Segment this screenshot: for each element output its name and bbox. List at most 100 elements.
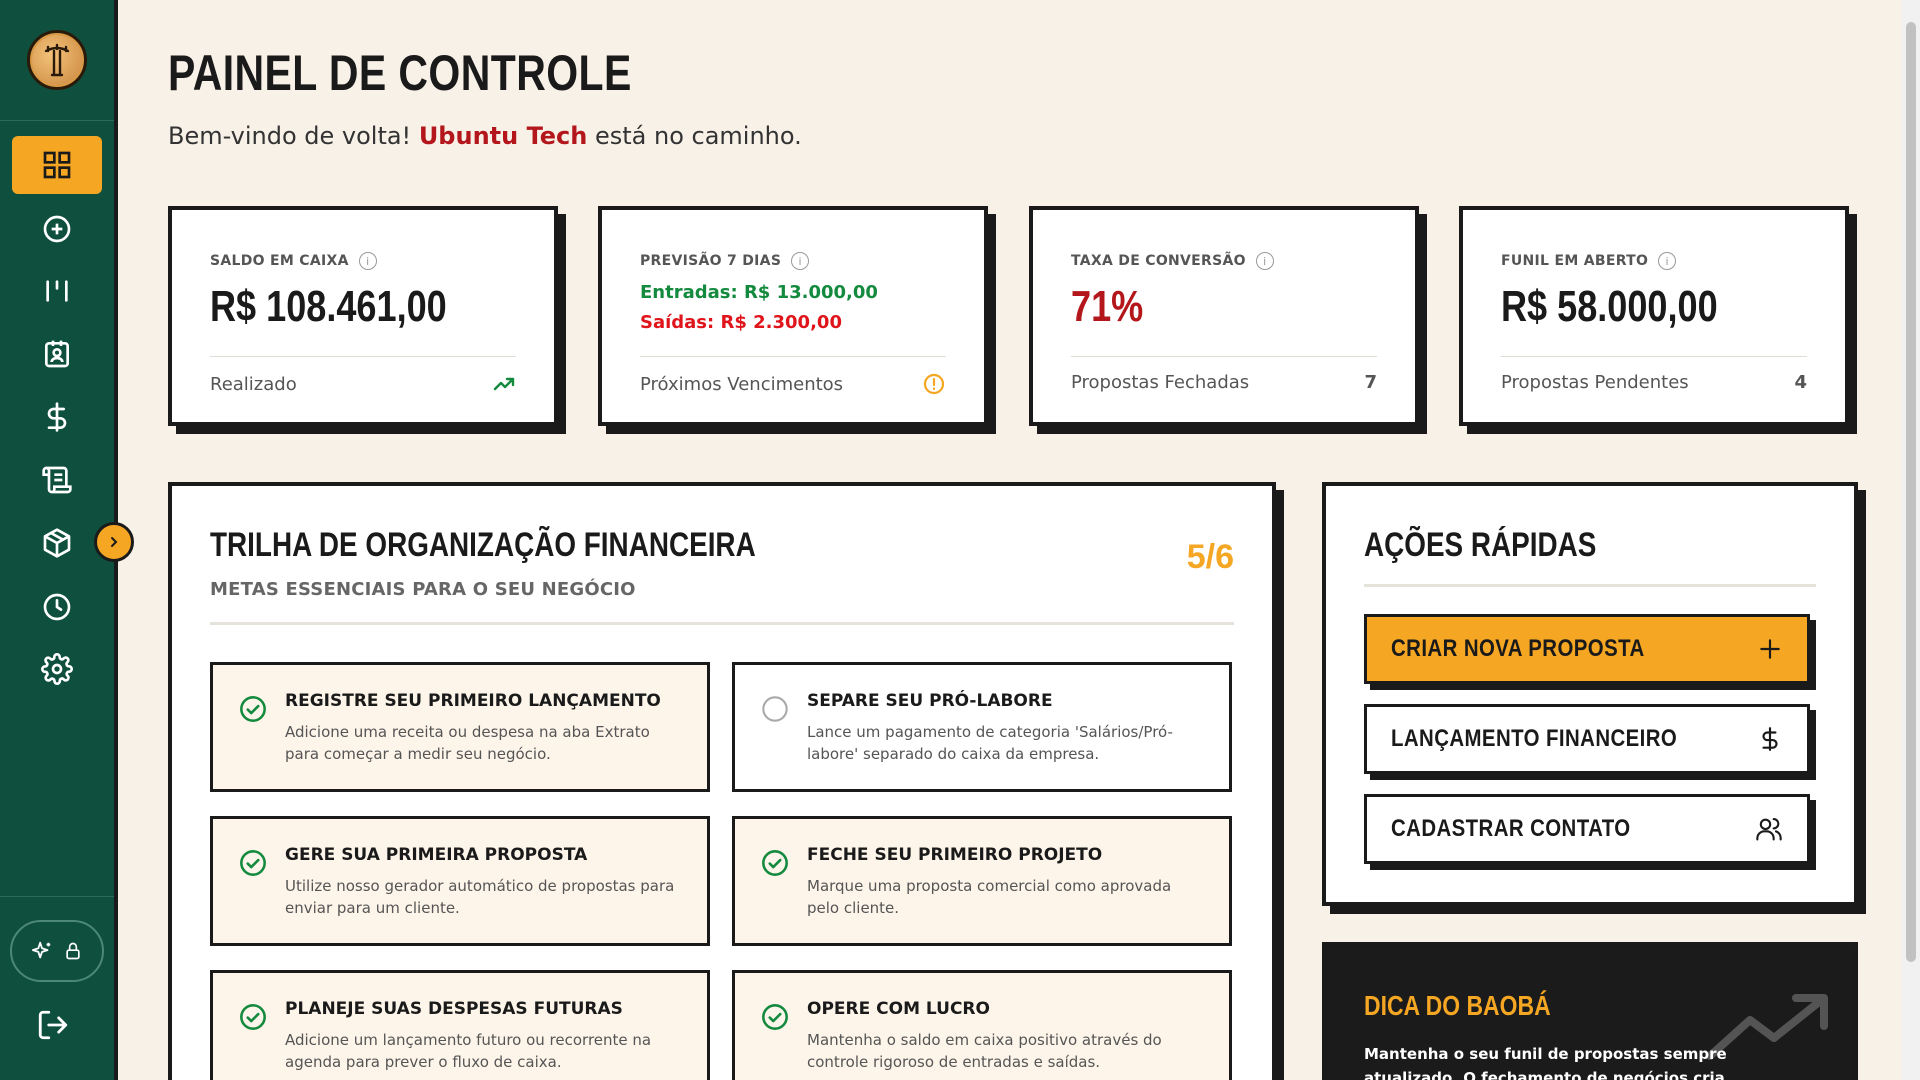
stat-label-text: TAXA DE CONVERSÃO	[1071, 253, 1246, 269]
baobab-tip-card: DICA DO BAOBÁ Mantenha o seu funil de pr…	[1322, 942, 1858, 1080]
welcome-prefix: Bem-vindo de volta!	[168, 122, 419, 150]
info-icon[interactable]: i	[358, 252, 377, 270]
forecast-outflow: Saídas: R$ 2.300,00	[640, 312, 842, 333]
task-item[interactable]: FECHE SEU PRIMEIRO PROJETO Marque uma pr…	[732, 816, 1232, 946]
quick-actions-panel: AÇÕES RÁPIDAS CRIAR NOVA PROPOSTA LANÇAM…	[1322, 482, 1858, 906]
stat-label-text: FUNIL EM ABERTO	[1501, 253, 1649, 269]
info-icon[interactable]: i	[1255, 252, 1274, 270]
info-icon[interactable]: i	[1658, 252, 1677, 270]
task-title: SEPARE SEU PRÓ-LABORE	[807, 691, 1053, 711]
stat-value: R$ 108.461,00	[210, 282, 447, 331]
sidebar-item-statement[interactable]	[12, 451, 102, 509]
page-title: PAINEL DE CONTROLE	[168, 45, 632, 101]
stat-footer: Propostas Pendentes 4	[1501, 372, 1807, 393]
stat-label-text: PREVISÃO 7 DIAS	[640, 253, 782, 269]
task-item[interactable]: REGISTRE SEU PRIMEIRO LANÇAMENTO Adicion…	[210, 662, 710, 792]
stat-count: 4	[1794, 372, 1807, 393]
welcome-message: Bem-vindo de volta! Ubuntu Tech está no …	[168, 122, 802, 150]
financial-entry-button[interactable]: LANÇAMENTO FINANCEIRO	[1364, 704, 1810, 774]
sidebar-item-products[interactable]	[12, 514, 102, 572]
logout-button[interactable]	[36, 1008, 70, 1046]
check-circle-icon	[762, 1004, 788, 1030]
section-title: AÇÕES RÁPIDAS	[1364, 526, 1597, 564]
dollar-icon	[1762, 727, 1778, 751]
stat-value: R$ 58.000,00	[1501, 282, 1718, 331]
stat-card-balance: SALDO EM CAIXA i R$ 108.461,00 Realizado	[168, 206, 558, 426]
task-item[interactable]: SEPARE SEU PRÓ-LABORE Lance um pagamento…	[732, 662, 1232, 792]
check-circle-icon	[240, 696, 266, 722]
lock-icon	[66, 942, 80, 960]
plus-circle-icon	[43, 215, 71, 243]
stat-card-conversion: TAXA DE CONVERSÃO i 71% Propostas Fechada…	[1029, 206, 1419, 426]
task-title: GERE SUA PRIMEIRA PROPOSTA	[285, 845, 588, 865]
welcome-suffix: está no caminho.	[587, 122, 802, 150]
sparkles-icon	[31, 941, 51, 959]
task-item[interactable]: GERE SUA PRIMEIRA PROPOSTA Utilize nosso…	[210, 816, 710, 946]
sidebar-item-contacts[interactable]	[12, 325, 102, 383]
button-label: LANÇAMENTO FINANCEIRO	[1391, 725, 1678, 752]
stat-footer: Realizado	[210, 372, 516, 396]
add-contact-button[interactable]: CADASTRAR CONTATO	[1364, 794, 1810, 864]
package-icon	[43, 528, 71, 558]
create-proposal-button[interactable]: CRIAR NOVA PROPOSTA	[1364, 614, 1810, 684]
sidebar-item-finance[interactable]	[12, 388, 102, 446]
task-description: Marque uma proposta comercial como aprov…	[807, 877, 1172, 917]
dollar-icon	[47, 402, 67, 432]
button-label: CRIAR NOVA PROPOSTA	[1391, 635, 1645, 662]
clock-icon	[43, 593, 71, 621]
scrollbar-thumb[interactable]	[1906, 22, 1916, 962]
divider	[210, 356, 516, 357]
task-description: Adicione um lançamento futuro ou recorre…	[285, 1031, 652, 1071]
task-title: OPERE COM LUCRO	[807, 999, 990, 1019]
check-circle-icon	[240, 850, 266, 876]
task-description: Lance um pagamento de categoria 'Salário…	[807, 723, 1173, 763]
stat-card-forecast: PREVISÃO 7 DIAS i Entradas: R$ 13.000,00 …	[598, 206, 988, 426]
gear-icon	[41, 653, 73, 685]
section-title: TRILHA DE ORGANIZAÇÃO FINANCEIRA	[210, 526, 756, 564]
check-circle-icon	[762, 850, 788, 876]
divider	[640, 356, 946, 357]
stat-footer: Propostas Fechadas 7	[1071, 372, 1377, 393]
plus-icon	[1760, 639, 1780, 659]
users-icon	[1756, 818, 1782, 841]
ai-assistant-toggle[interactable]	[10, 920, 104, 982]
stat-footer-label: Propostas Fechadas	[1071, 372, 1250, 393]
sidebar-item-settings[interactable]	[12, 640, 102, 698]
task-item[interactable]: OPERE COM LUCRO Mantenha o saldo em caix…	[732, 970, 1232, 1080]
sidebar-item-dashboard[interactable]	[12, 136, 102, 194]
trail-progress: 5/6	[1186, 538, 1234, 576]
kanban-icon	[46, 280, 68, 302]
task-description: Utilize nosso gerador automático de prop…	[285, 877, 675, 917]
stat-footer-label: Realizado	[210, 373, 297, 395]
sidebar-item-history[interactable]	[12, 578, 102, 636]
baobab-logo[interactable]	[27, 30, 87, 90]
stat-label: TAXA DE CONVERSÃO i	[1071, 252, 1274, 270]
divider	[1364, 584, 1816, 587]
stat-label: FUNIL EM ABERTO i	[1501, 252, 1677, 270]
dashboard-grid-icon	[43, 151, 71, 179]
empty-circle-icon	[762, 696, 788, 722]
contact-card-icon	[45, 340, 69, 368]
task-item[interactable]: PLANEJE SUAS DESPESAS FUTURAS Adicione u…	[210, 970, 710, 1080]
tip-title: DICA DO BAOBÁ	[1364, 990, 1551, 1021]
logout-icon	[38, 1010, 68, 1040]
company-name: Ubuntu Tech	[418, 122, 588, 150]
divider	[210, 622, 1234, 625]
sidebar-expand-button[interactable]	[94, 522, 134, 562]
scroll-icon	[42, 466, 72, 494]
section-subtitle: METAS ESSENCIAIS PARA O SEU NEGÓCIO	[210, 579, 636, 600]
button-label: CADASTRAR CONTATO	[1391, 815, 1631, 842]
task-title: PLANEJE SUAS DESPESAS FUTURAS	[285, 999, 623, 1019]
divider	[1071, 356, 1377, 357]
stat-count: 7	[1364, 372, 1377, 393]
check-circle-icon	[240, 1004, 266, 1030]
sidebar-divider	[0, 120, 114, 121]
sidebar-divider	[0, 896, 114, 897]
alert-circle-icon	[923, 373, 945, 395]
info-icon[interactable]: i	[791, 252, 810, 270]
sidebar-item-new[interactable]	[12, 200, 102, 258]
stat-footer-label: Próximos Vencimentos	[640, 373, 844, 395]
page-scrollbar[interactable]	[1902, 0, 1920, 1080]
sidebar-item-kanban[interactable]	[12, 262, 102, 320]
task-description: Adicione uma receita ou despesa na aba E…	[285, 723, 650, 763]
